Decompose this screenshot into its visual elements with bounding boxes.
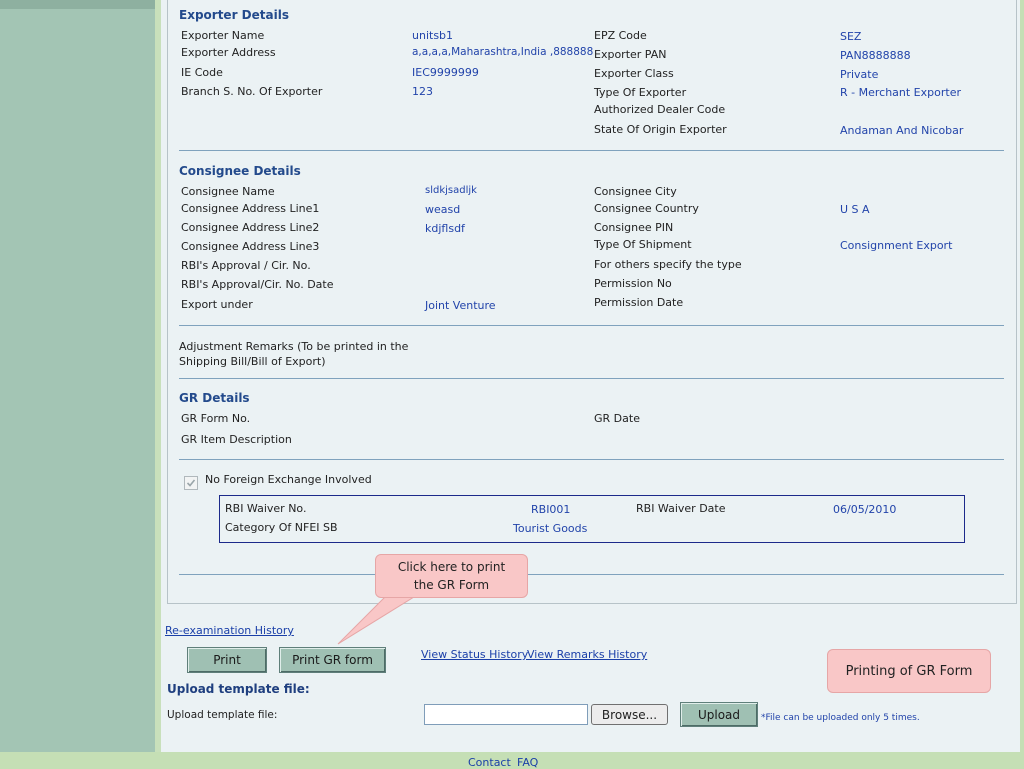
exporter-pan-label: Exporter PAN bbox=[594, 48, 667, 61]
upload-button[interactable]: Upload bbox=[680, 702, 758, 727]
upload-limit-note: *File can be uploaded only 5 times. bbox=[761, 713, 920, 723]
others-specify-label: For others specify the type bbox=[594, 258, 742, 271]
divider bbox=[179, 378, 1004, 379]
state-of-origin-value: Andaman And Nicobar bbox=[840, 124, 964, 137]
rbi-approval-date-label: RBI's Approval/Cir. No. Date bbox=[181, 278, 334, 291]
no-foreign-exchange-label: No Foreign Exchange Involved bbox=[205, 473, 372, 486]
no-foreign-exchange-checkbox[interactable] bbox=[184, 476, 198, 490]
consignee-country-label: Consignee Country bbox=[594, 202, 699, 215]
branch-sno-label: Branch S. No. Of Exporter bbox=[181, 85, 323, 98]
branch-sno-value: 123 bbox=[412, 85, 433, 98]
print-button[interactable]: Print bbox=[187, 647, 267, 673]
exporter-address-label: Exporter Address bbox=[181, 46, 276, 59]
type-of-exporter-value: R - Merchant Exporter bbox=[840, 86, 961, 99]
ie-code-label: IE Code bbox=[181, 66, 223, 79]
callout-pointer bbox=[337, 591, 424, 645]
print-gr-callout-line2: the GR Form bbox=[413, 578, 490, 592]
consignee-address2-label: Consignee Address Line2 bbox=[181, 221, 320, 234]
print-gr-callout: Click here to print the GR Form bbox=[375, 554, 528, 598]
epz-code-value: SEZ bbox=[840, 30, 862, 43]
exporter-pan-value: PAN8888888 bbox=[840, 49, 911, 62]
consignee-address1-value: weasd bbox=[425, 203, 461, 216]
rbi-waiver-no-label: RBI Waiver No. bbox=[225, 502, 307, 515]
type-of-shipment-label: Type Of Shipment bbox=[594, 238, 692, 251]
reexamination-history-link[interactable]: Re-examination History bbox=[165, 624, 294, 637]
rbi-approval-label: RBI's Approval / Cir. No. bbox=[181, 259, 311, 272]
nfei-category-value: Tourist Goods bbox=[513, 522, 588, 535]
divider bbox=[179, 574, 1004, 575]
ie-code-value: IEC9999999 bbox=[412, 66, 479, 79]
gr-details-title: GR Details bbox=[179, 391, 250, 405]
consignee-name-label: Consignee Name bbox=[181, 185, 275, 198]
left-sidebar bbox=[0, 0, 155, 752]
view-status-history-link[interactable]: View Status History bbox=[421, 648, 528, 661]
exporter-name-label: Exporter Name bbox=[181, 29, 265, 42]
consignee-pin-label: Consignee PIN bbox=[594, 221, 674, 234]
authorized-dealer-code-label: Authorized Dealer Code bbox=[594, 103, 726, 116]
exporter-name-value: unitsb1 bbox=[412, 29, 454, 42]
gr-date-label: GR Date bbox=[594, 412, 640, 425]
print-gr-form-button[interactable]: Print GR form bbox=[279, 647, 386, 673]
browse-button[interactable]: Browse... bbox=[591, 704, 668, 725]
exporter-class-value: Private bbox=[840, 68, 879, 81]
right-strip bbox=[1020, 0, 1024, 752]
exporter-address-value: a,a,a,a,Maharashtra,India ,888888 bbox=[412, 46, 594, 58]
gr-form-no-label: GR Form No. bbox=[181, 412, 251, 425]
adjustment-remarks-line2: Shipping Bill/Bill of Export) bbox=[179, 355, 326, 368]
rbi-waiver-date-value: 06/05/2010 bbox=[833, 503, 897, 516]
divider bbox=[179, 150, 1004, 151]
exporter-details-title: Exporter Details bbox=[179, 8, 289, 22]
consignee-address3-label: Consignee Address Line3 bbox=[181, 240, 320, 253]
footer bbox=[0, 752, 1024, 768]
epz-code-label: EPZ Code bbox=[594, 29, 647, 42]
adjustment-remarks-line1: Adjustment Remarks (To be printed in the bbox=[179, 340, 409, 353]
export-under-value: Joint Venture bbox=[425, 299, 496, 312]
checkmark-icon bbox=[186, 479, 196, 487]
sidebar-header-strip bbox=[0, 0, 155, 9]
view-remarks-history-link[interactable]: View Remarks History bbox=[527, 648, 647, 661]
upload-file-input[interactable] bbox=[424, 704, 588, 725]
divider bbox=[179, 325, 1004, 326]
print-gr-callout-line1: Click here to print bbox=[397, 560, 506, 574]
type-of-exporter-label: Type Of Exporter bbox=[594, 86, 687, 99]
consignee-country-value: U S A bbox=[840, 203, 870, 216]
upload-template-heading: Upload template file: bbox=[167, 682, 310, 696]
permission-no-label: Permission No bbox=[594, 277, 672, 290]
contact-link[interactable]: Contact bbox=[468, 756, 511, 769]
gr-item-description-label: GR Item Description bbox=[181, 433, 292, 446]
upload-template-label: Upload template file: bbox=[167, 709, 278, 721]
rbi-waiver-date-label: RBI Waiver Date bbox=[636, 502, 726, 515]
divider bbox=[179, 459, 1004, 460]
faq-link[interactable]: FAQ bbox=[517, 756, 538, 769]
consignee-address1-label: Consignee Address Line1 bbox=[181, 202, 320, 215]
consignee-address2-value: kdjflsdf bbox=[425, 222, 465, 235]
permission-date-label: Permission Date bbox=[594, 296, 684, 309]
printing-of-gr-form-callout: Printing of GR Form bbox=[827, 649, 991, 693]
state-of-origin-label: State Of Origin Exporter bbox=[594, 123, 727, 136]
consignee-city-label: Consignee City bbox=[594, 185, 677, 198]
nfei-category-label: Category Of NFEI SB bbox=[225, 521, 338, 534]
consignee-name-value: sldkjsadljk bbox=[425, 185, 477, 196]
exporter-class-label: Exporter Class bbox=[594, 67, 674, 80]
rbi-waiver-no-value: RBI001 bbox=[531, 503, 571, 516]
type-of-shipment-value: Consignment Export bbox=[840, 239, 953, 252]
export-under-label: Export under bbox=[181, 298, 253, 311]
consignee-details-title: Consignee Details bbox=[179, 164, 301, 178]
